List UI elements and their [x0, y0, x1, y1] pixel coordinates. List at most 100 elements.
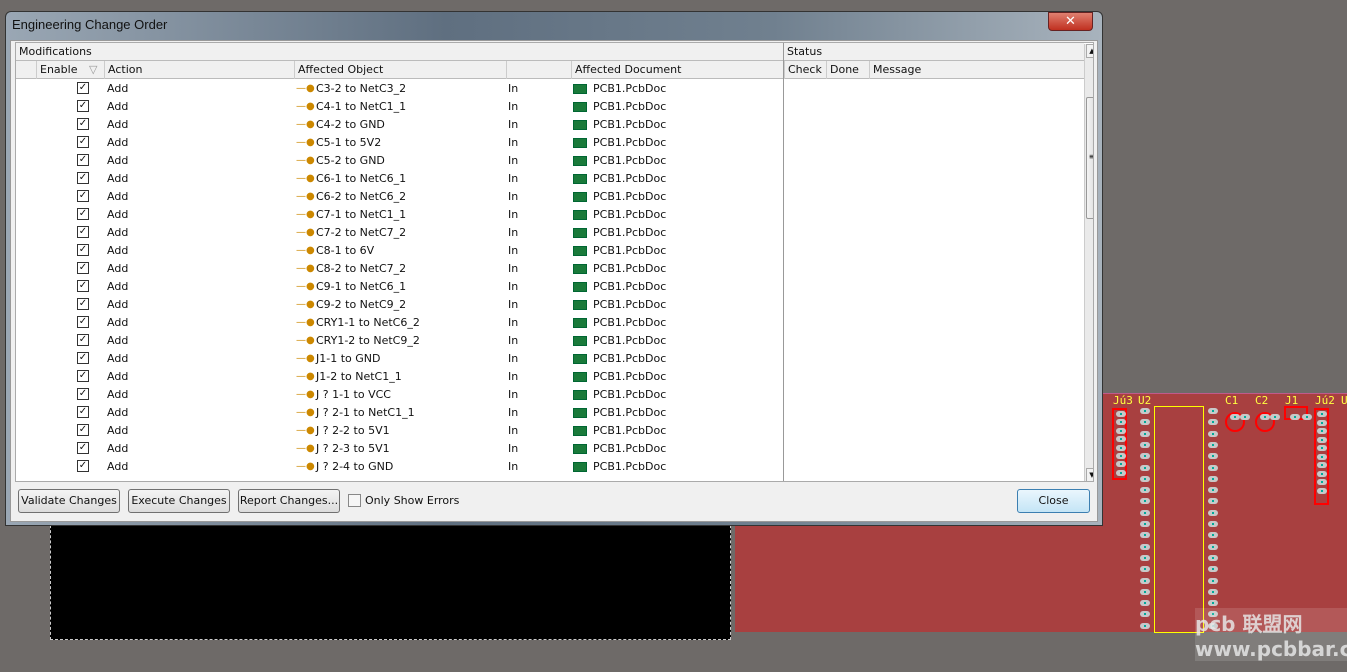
- affected-document-cell: PCB1.PcbDoc: [593, 244, 667, 257]
- enable-checkbox[interactable]: ✓: [77, 244, 89, 256]
- in-cell: In: [508, 280, 519, 293]
- pin-net-icon: —●: [296, 245, 315, 256]
- validate-changes-button[interactable]: Validate Changes: [18, 489, 120, 513]
- vertical-scrollbar[interactable]: ▲ ≡ ▼: [1084, 44, 1093, 481]
- action-cell: Add: [107, 190, 129, 203]
- table-row[interactable]: ✓ Add —● CRY1-1 to NetC6_2 In PCB1.PcbDoc: [16, 314, 783, 332]
- affected-object-cell: C4-1 to NetC1_1: [316, 100, 407, 113]
- table-row[interactable]: ✓ Add —● C6-1 to NetC6_1 In PCB1.PcbDoc: [16, 170, 783, 188]
- enable-checkbox[interactable]: ✓: [77, 226, 89, 238]
- in-cell: In: [508, 460, 519, 473]
- execute-changes-button[interactable]: Execute Changes: [128, 489, 230, 513]
- in-cell: In: [508, 208, 519, 221]
- action-cell: Add: [107, 154, 129, 167]
- enable-checkbox[interactable]: ✓: [77, 100, 89, 112]
- scroll-down-arrow[interactable]: ▼: [1086, 468, 1093, 481]
- in-cell: In: [508, 352, 519, 365]
- column-check[interactable]: Check: [784, 61, 826, 79]
- table-row[interactable]: ✓ Add —● J ? 2-1 to NetC1_1 In PCB1.PcbDoc: [16, 404, 783, 422]
- in-cell: In: [508, 118, 519, 131]
- pcb-pad: [1140, 566, 1150, 573]
- column-affected-object[interactable]: Affected Object: [294, 61, 506, 79]
- enable-checkbox[interactable]: ✓: [77, 190, 89, 202]
- column-in[interactable]: [506, 61, 571, 79]
- pcb-label: Jú2: [1315, 394, 1335, 407]
- action-cell: Add: [107, 244, 129, 257]
- affected-object-cell: CRY1-1 to NetC6_2: [316, 316, 420, 329]
- pcb-pad: [1140, 554, 1150, 561]
- enable-checkbox[interactable]: ✓: [77, 262, 89, 274]
- pin-net-icon: —●: [296, 371, 315, 382]
- action-cell: Add: [107, 406, 129, 419]
- enable-checkbox[interactable]: ✓: [77, 442, 89, 454]
- close-icon[interactable]: ✕: [1048, 12, 1093, 31]
- column-action[interactable]: Action: [104, 61, 294, 79]
- table-row[interactable]: ✓ Add —● C9-2 to NetC9_2 In PCB1.PcbDoc: [16, 296, 783, 314]
- enable-checkbox[interactable]: ✓: [77, 352, 89, 364]
- report-changes-button[interactable]: Report Changes...: [238, 489, 340, 513]
- table-row[interactable]: ✓ Add —● J ? 1-1 to VCC In PCB1.PcbDoc: [16, 386, 783, 404]
- column-message[interactable]: Message: [869, 61, 1084, 79]
- enable-checkbox[interactable]: ✓: [77, 280, 89, 292]
- enable-checkbox[interactable]: ✓: [77, 136, 89, 148]
- affected-document-cell: PCB1.PcbDoc: [593, 334, 667, 347]
- table-row[interactable]: ✓ Add —● J ? 2-4 to GND In PCB1.PcbDoc: [16, 458, 783, 476]
- affected-object-cell: C6-2 to NetC6_2: [316, 190, 407, 203]
- pin-net-icon: —●: [296, 299, 315, 310]
- pcb-pad: [1302, 414, 1312, 420]
- enable-checkbox[interactable]: ✓: [77, 172, 89, 184]
- only-show-errors-label: Only Show Errors: [365, 494, 460, 507]
- column-enable[interactable]: Enable ▽: [36, 61, 104, 79]
- action-cell: Add: [107, 136, 129, 149]
- pcb-pad: [1208, 588, 1218, 595]
- table-row[interactable]: ✓ Add —● C8-2 to NetC7_2 In PCB1.PcbDoc: [16, 260, 783, 278]
- table-row[interactable]: ✓ Add —● C5-2 to GND In PCB1.PcbDoc: [16, 152, 783, 170]
- close-button[interactable]: Close: [1017, 489, 1090, 513]
- affected-document-cell: PCB1.PcbDoc: [593, 406, 667, 419]
- table-row[interactable]: ✓ Add —● J1-2 to NetC1_1 In PCB1.PcbDoc: [16, 368, 783, 386]
- table-row[interactable]: ✓ Add —● C7-2 to NetC7_2 In PCB1.PcbDoc: [16, 224, 783, 242]
- enable-checkbox[interactable]: ✓: [77, 316, 89, 328]
- affected-object-cell: C7-1 to NetC1_1: [316, 208, 407, 221]
- table-row[interactable]: ✓ Add —● C6-2 to NetC6_2 In PCB1.PcbDoc: [16, 188, 783, 206]
- table-row[interactable]: ✓ Add —● C3-2 to NetC3_2 In PCB1.PcbDoc: [16, 80, 783, 98]
- pcb-pad: [1140, 430, 1150, 437]
- table-row[interactable]: ✓ Add —● C5-1 to 5V2 In PCB1.PcbDoc: [16, 134, 783, 152]
- table-row[interactable]: ✓ Add —● J ? 2-2 to 5V1 In PCB1.PcbDoc: [16, 422, 783, 440]
- black-canvas-area: [50, 520, 731, 640]
- table-row[interactable]: ✓ Add —● C8-1 to 6V In PCB1.PcbDoc: [16, 242, 783, 260]
- table-row[interactable]: ✓ Add —● J ? 2-3 to 5V1 In PCB1.PcbDoc: [16, 440, 783, 458]
- table-row[interactable]: ✓ Add —● J1-1 to GND In PCB1.PcbDoc: [16, 350, 783, 368]
- table-row[interactable]: ✓ Add —● C7-1 to NetC1_1 In PCB1.PcbDoc: [16, 206, 783, 224]
- only-show-errors-checkbox[interactable]: [348, 494, 361, 507]
- scroll-up-arrow[interactable]: ▲: [1086, 44, 1093, 58]
- pcb-label: Jú3: [1113, 394, 1133, 407]
- table-row[interactable]: ✓ Add —● C4-1 to NetC1_1 In PCB1.PcbDoc: [16, 98, 783, 116]
- enable-checkbox[interactable]: ✓: [77, 424, 89, 436]
- enable-checkbox[interactable]: ✓: [77, 370, 89, 382]
- table-row[interactable]: ✓ Add —● C9-1 to NetC6_1 In PCB1.PcbDoc: [16, 278, 783, 296]
- scrollbar-thumb[interactable]: ≡: [1086, 97, 1093, 219]
- enable-checkbox[interactable]: ✓: [77, 298, 89, 310]
- enable-checkbox[interactable]: ✓: [77, 154, 89, 166]
- enable-checkbox[interactable]: ✓: [77, 208, 89, 220]
- pcb-pad: [1140, 475, 1150, 482]
- action-cell: Add: [107, 316, 129, 329]
- pcb-document-icon: [573, 192, 587, 202]
- enable-checkbox[interactable]: ✓: [77, 406, 89, 418]
- table-row[interactable]: ✓ Add —● CRY1-2 to NetC9_2 In PCB1.PcbDoc: [16, 332, 783, 350]
- enable-checkbox[interactable]: ✓: [77, 118, 89, 130]
- pcb-document-icon: [573, 444, 587, 454]
- enable-checkbox[interactable]: ✓: [77, 334, 89, 346]
- table-row[interactable]: ✓ Add —● C4-2 to GND In PCB1.PcbDoc: [16, 116, 783, 134]
- pcb-document-icon: [573, 318, 587, 328]
- enable-checkbox[interactable]: ✓: [77, 460, 89, 472]
- pin-net-icon: —●: [296, 209, 315, 220]
- affected-object-cell: C3-2 to NetC3_2: [316, 82, 407, 95]
- enable-checkbox[interactable]: ✓: [77, 388, 89, 400]
- affected-document-cell: PCB1.PcbDoc: [593, 442, 667, 455]
- column-affected-document[interactable]: Affected Document: [571, 61, 783, 79]
- column-done[interactable]: Done: [826, 61, 869, 79]
- affected-document-cell: PCB1.PcbDoc: [593, 316, 667, 329]
- enable-checkbox[interactable]: ✓: [77, 82, 89, 94]
